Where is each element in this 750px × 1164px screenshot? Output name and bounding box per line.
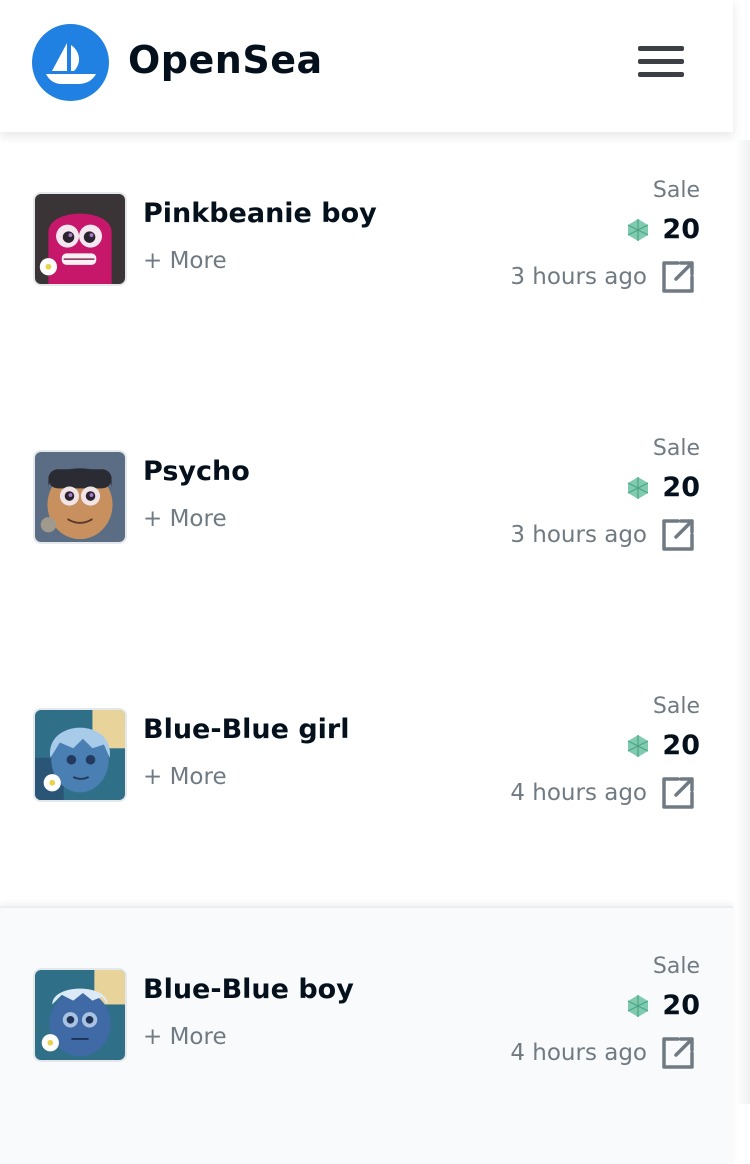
timestamp[interactable]: 3 hours ago bbox=[510, 522, 647, 548]
event-type: Sale bbox=[652, 436, 700, 461]
external-link-icon[interactable] bbox=[659, 516, 697, 554]
more-link[interactable]: + More bbox=[143, 506, 227, 532]
price-value: 20 bbox=[662, 472, 700, 503]
more-link[interactable]: + More bbox=[143, 248, 227, 274]
list-item[interactable]: Pinkbeanie boy + More Sale 20 3 hours ag… bbox=[0, 132, 733, 390]
event-type: Sale bbox=[652, 954, 700, 979]
list-item[interactable]: Blue-Blue boy + More Sale 20 4 hours ago bbox=[0, 906, 733, 1164]
more-link[interactable]: + More bbox=[143, 1024, 227, 1050]
more-link[interactable]: + More bbox=[143, 764, 227, 790]
timestamp[interactable]: 3 hours ago bbox=[510, 264, 647, 290]
item-name[interactable]: Pinkbeanie boy bbox=[143, 198, 377, 229]
klay-token-icon bbox=[628, 734, 649, 757]
app-header: OpenSea bbox=[0, 0, 733, 132]
price-value: 20 bbox=[662, 990, 700, 1021]
timestamp[interactable]: 4 hours ago bbox=[510, 1040, 647, 1066]
list-item[interactable]: Blue-Blue girl + More Sale 20 4 hours ag… bbox=[0, 648, 733, 906]
nft-thumbnail[interactable] bbox=[33, 450, 127, 544]
timestamp[interactable]: 4 hours ago bbox=[510, 780, 647, 806]
external-link-icon[interactable] bbox=[659, 258, 697, 296]
event-type: Sale bbox=[652, 178, 700, 203]
external-link-icon[interactable] bbox=[659, 774, 697, 812]
nft-thumbnail[interactable] bbox=[33, 192, 127, 286]
klay-token-icon bbox=[628, 994, 649, 1017]
price-value: 20 bbox=[662, 214, 700, 245]
external-link-icon[interactable] bbox=[659, 1034, 697, 1072]
time-group: 4 hours ago bbox=[510, 774, 697, 812]
item-name[interactable]: Psycho bbox=[143, 456, 250, 487]
brand-name[interactable]: OpenSea bbox=[128, 38, 323, 82]
klay-token-icon bbox=[628, 218, 649, 241]
item-name[interactable]: Blue-Blue boy bbox=[143, 974, 354, 1005]
time-group: 3 hours ago bbox=[510, 258, 697, 296]
hamburger-menu-icon[interactable] bbox=[636, 44, 686, 80]
nft-thumbnail[interactable] bbox=[33, 968, 127, 1062]
item-name[interactable]: Blue-Blue girl bbox=[143, 714, 350, 745]
nft-thumbnail[interactable] bbox=[33, 708, 127, 802]
list-item[interactable]: Psycho + More Sale 20 3 hours ago bbox=[0, 390, 733, 648]
price-group: 20 bbox=[626, 472, 700, 503]
opensea-logo-icon[interactable] bbox=[32, 24, 109, 101]
time-group: 3 hours ago bbox=[510, 516, 697, 554]
price-value: 20 bbox=[662, 730, 700, 761]
activity-list: Pinkbeanie boy + More Sale 20 3 hours ag… bbox=[0, 132, 733, 1164]
price-group: 20 bbox=[626, 214, 700, 245]
scroll-edge bbox=[736, 140, 750, 1104]
event-type: Sale bbox=[652, 694, 700, 719]
price-group: 20 bbox=[626, 730, 700, 761]
price-group: 20 bbox=[626, 990, 700, 1021]
time-group: 4 hours ago bbox=[510, 1034, 697, 1072]
klay-token-icon bbox=[628, 476, 649, 499]
